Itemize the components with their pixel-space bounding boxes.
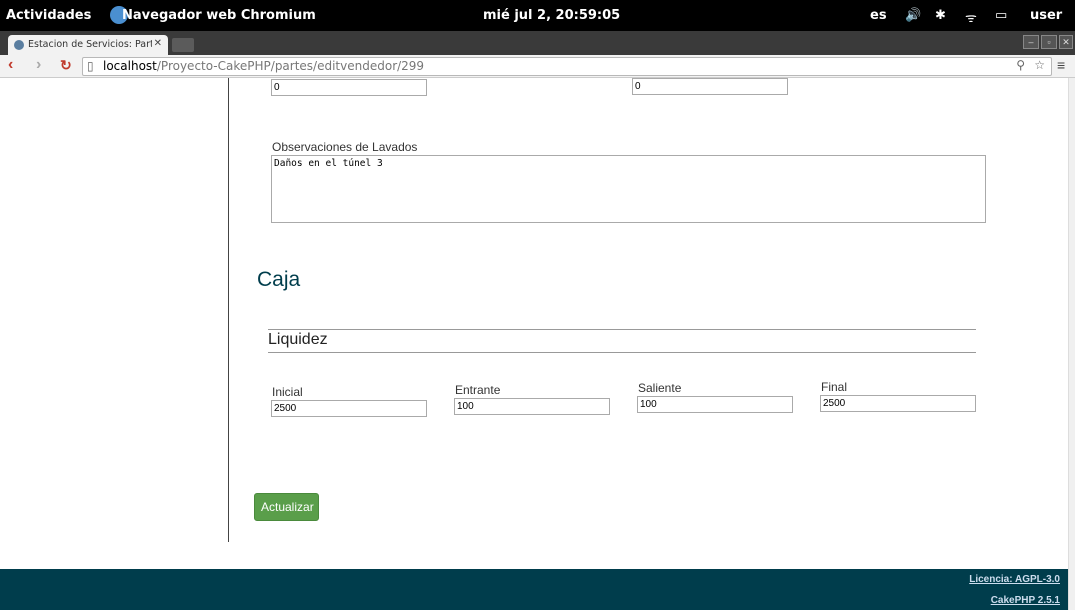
top-field-1[interactable] — [271, 79, 427, 96]
close-window-icon[interactable]: ✕ — [1059, 35, 1073, 49]
content-divider — [228, 78, 229, 542]
entrante-label: Entrante — [455, 383, 501, 397]
observaciones-label: Observaciones de Lavados — [272, 140, 418, 154]
top-field-2[interactable] — [632, 78, 788, 95]
actualizar-button[interactable]: Actualizar — [254, 493, 319, 521]
inicial-input[interactable] — [271, 400, 427, 417]
fieldset-legend: Liquidez — [268, 331, 328, 348]
tab-strip: Estacion de Servicios: Part ✕ — [0, 31, 1075, 55]
system-top-bar: Actividades Navegador web Chromium mié j… — [0, 0, 1075, 31]
browser-tab[interactable]: Estacion de Servicios: Part ✕ — [8, 35, 168, 55]
browser-toolbar: ‹ › ↻ ▯ localhost/Proyecto-CakePHP/parte… — [0, 55, 1075, 78]
page-content: Observaciones de Lavados Daños en el tún… — [0, 78, 1068, 569]
section-title: Caja — [257, 268, 301, 291]
inicial-label: Inicial — [272, 385, 303, 399]
zoom-icon[interactable]: ⚲ — [1016, 58, 1025, 72]
vertical-scrollbar[interactable] — [1068, 78, 1075, 610]
back-icon[interactable]: ‹ — [8, 56, 13, 74]
wifi-icon[interactable]: ᯤ — [965, 8, 977, 26]
fieldset-top-border — [268, 329, 976, 330]
page-icon: ▯ — [87, 59, 94, 73]
volume-icon[interactable]: 🔊 — [905, 8, 921, 23]
forward-icon[interactable]: › — [36, 56, 41, 74]
saliente-input[interactable] — [637, 396, 793, 413]
entrante-input[interactable] — [454, 398, 610, 415]
user-menu[interactable]: user — [1030, 8, 1062, 23]
new-tab-button[interactable] — [172, 38, 194, 52]
url-path: /Proyecto-CakePHP/partes/editvendedor/29… — [156, 59, 425, 73]
close-tab-icon[interactable]: ✕ — [154, 38, 162, 49]
license-link[interactable]: Licencia: AGPL-3.0 — [969, 574, 1060, 585]
bookmark-star-icon[interactable]: ☆ — [1034, 58, 1045, 72]
page-footer: Licencia: AGPL-3.0 CakePHP 2.5.1 — [0, 569, 1068, 610]
app-menu[interactable]: Navegador web Chromium — [122, 8, 316, 23]
observaciones-textarea[interactable]: Daños en el túnel 3 — [271, 155, 986, 223]
battery-icon[interactable]: ▭ — [995, 8, 1007, 23]
restore-icon[interactable]: ▫ — [1041, 35, 1057, 49]
final-label: Final — [821, 380, 848, 394]
fieldset-bottom-border — [268, 352, 976, 353]
minimize-icon[interactable]: – — [1023, 35, 1039, 49]
bluetooth-icon[interactable]: ✱ — [935, 8, 946, 23]
url-host: localhost — [103, 59, 157, 73]
language-indicator[interactable]: es — [870, 8, 887, 23]
address-bar[interactable]: ▯ localhost/Proyecto-CakePHP/partes/edit… — [82, 57, 1052, 76]
tab-title: Estacion de Servicios: Part — [28, 39, 152, 50]
favicon-icon — [14, 40, 24, 50]
reload-icon[interactable]: ↻ — [60, 57, 72, 74]
activities-button[interactable]: Actividades — [6, 8, 91, 23]
clock[interactable]: mié jul 2, 20:59:05 — [483, 8, 620, 23]
final-input[interactable] — [820, 395, 976, 412]
saliente-label: Saliente — [638, 381, 682, 395]
cakephp-version-link[interactable]: CakePHP 2.5.1 — [991, 595, 1060, 606]
menu-icon[interactable]: ≡ — [1057, 57, 1065, 73]
